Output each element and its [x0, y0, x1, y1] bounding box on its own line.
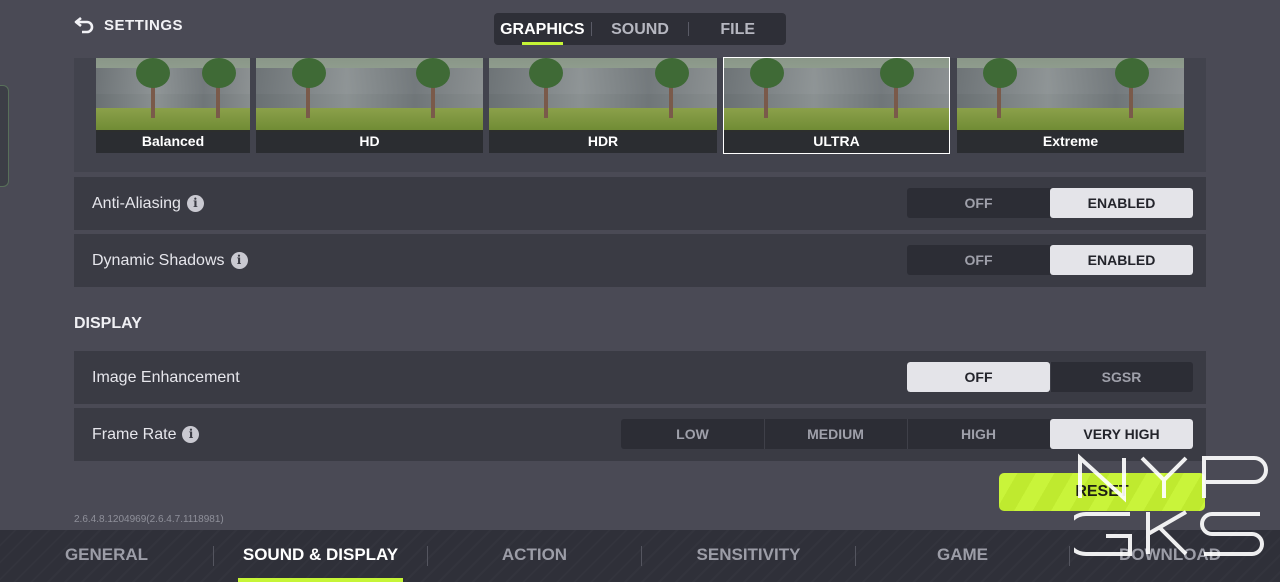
preset-label: ULTRA	[724, 130, 949, 153]
anti-aliasing-off-option[interactable]: OFF	[907, 188, 1050, 218]
image-enhancement-row: Image Enhancement OFF SGSR	[74, 351, 1206, 404]
info-icon[interactable]: i	[182, 426, 200, 443]
watermark-logo	[1074, 453, 1268, 556]
image-enhancement-toggle: OFF SGSR	[907, 362, 1193, 392]
graphics-preset-panel: Balanced HD HDR ULTRA Extreme	[74, 57, 1206, 172]
nav-sensitivity[interactable]: SENSITIVITY	[642, 530, 855, 582]
settings-title: SETTINGS	[104, 16, 184, 34]
preset-hdr[interactable]: HDR	[489, 58, 717, 153]
image-enhancement-label: Image Enhancement	[92, 368, 240, 386]
info-icon[interactable]: i	[186, 195, 204, 212]
dynamic-shadows-toggle: OFF ENABLED	[907, 245, 1193, 275]
dynamic-shadows-row: Dynamic Shadows i OFF ENABLED	[74, 234, 1206, 287]
dynamic-shadows-label: Dynamic Shadows	[92, 251, 225, 269]
nav-action[interactable]: ACTION	[428, 530, 641, 582]
nav-general[interactable]: GENERAL	[0, 530, 213, 582]
preset-label: Extreme	[957, 130, 1184, 153]
settings-tabs: GRAPHICS SOUND FILE	[494, 13, 786, 45]
preset-label: Balanced	[96, 130, 250, 153]
version-text: 2.6.4.8.1204969(2.6.4.7.1118981)	[74, 514, 224, 525]
side-drawer-handle[interactable]	[0, 85, 9, 187]
anti-aliasing-enabled-option[interactable]: ENABLED	[1050, 188, 1193, 218]
image-enhancement-off-option[interactable]: OFF	[907, 362, 1050, 392]
back-arrow-icon	[74, 16, 96, 34]
frame-rate-selector: LOW MEDIUM HIGH VERY HIGH	[621, 419, 1193, 449]
image-enhancement-sgsr-option[interactable]: SGSR	[1050, 362, 1193, 392]
frame-rate-medium-option[interactable]: MEDIUM	[764, 419, 907, 449]
preset-label: HD	[256, 130, 483, 153]
frame-rate-low-option[interactable]: LOW	[621, 419, 764, 449]
nav-game[interactable]: GAME	[856, 530, 1069, 582]
preset-ultra[interactable]: ULTRA	[723, 57, 950, 154]
anti-aliasing-label: Anti-Aliasing	[92, 194, 181, 212]
anti-aliasing-row: Anti-Aliasing i OFF ENABLED	[74, 177, 1206, 230]
frame-rate-very-high-option[interactable]: VERY HIGH	[1050, 419, 1193, 449]
frame-rate-high-option[interactable]: HIGH	[907, 419, 1050, 449]
dynamic-shadows-off-option[interactable]: OFF	[907, 245, 1050, 275]
frame-rate-row: Frame Rate i LOW MEDIUM HIGH VERY HIGH	[74, 408, 1206, 461]
nav-sound-display[interactable]: SOUND & DISPLAY	[214, 530, 427, 582]
tab-file[interactable]: FILE	[689, 13, 786, 45]
preset-hd[interactable]: HD	[256, 58, 483, 153]
frame-rate-label: Frame Rate	[92, 425, 177, 443]
preset-extreme[interactable]: Extreme	[957, 58, 1184, 153]
info-icon[interactable]: i	[230, 252, 248, 269]
dynamic-shadows-enabled-option[interactable]: ENABLED	[1050, 245, 1193, 275]
anti-aliasing-toggle: OFF ENABLED	[907, 188, 1193, 218]
tab-graphics[interactable]: GRAPHICS	[494, 13, 591, 45]
preset-balanced[interactable]: Balanced	[96, 58, 250, 153]
preset-label: HDR	[489, 130, 717, 153]
settings-back-button[interactable]: SETTINGS	[74, 14, 183, 36]
display-section-title: DISPLAY	[74, 315, 142, 332]
tab-sound[interactable]: SOUND	[592, 13, 689, 45]
